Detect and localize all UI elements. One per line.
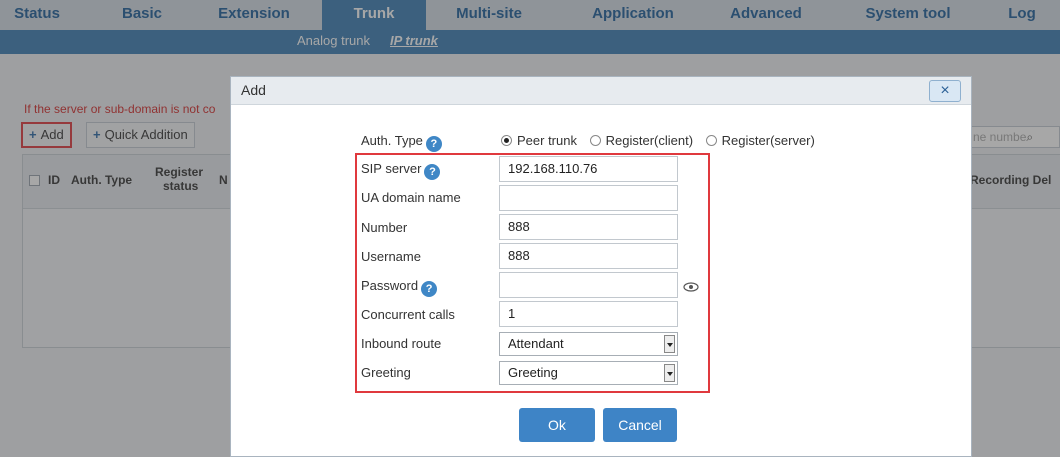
password-input[interactable] [499, 272, 678, 298]
radio-register-server-label: Register(server) [721, 133, 815, 148]
radio-register-server-dot[interactable] [705, 135, 717, 146]
greeting-select[interactable]: Greeting [499, 361, 678, 385]
inbound-route-select[interactable]: Attendant [499, 332, 678, 356]
radio-peer-trunk-dot[interactable] [501, 135, 512, 146]
radio-register-server[interactable]: Register(server) [705, 133, 815, 148]
radio-register-client[interactable]: Register(client) [589, 133, 694, 148]
concurrent-calls-label: Concurrent calls [361, 307, 455, 322]
password-label-text: Password [361, 278, 419, 293]
add-trunk-dialog: Add × Auth. Type? Peer trunk Register(cl… [230, 76, 972, 457]
number-input[interactable]: 888 [499, 214, 678, 240]
dialog-title: Add [241, 82, 266, 98]
auth-type-radio-group: Peer trunk Register(client) Register(ser… [501, 133, 824, 148]
help-icon[interactable]: ? [421, 281, 438, 297]
cancel-button[interactable]: Cancel [603, 408, 677, 442]
dialog-titlebar: Add × [231, 77, 971, 105]
username-input[interactable]: 888 [499, 243, 678, 269]
auth-type-label: Auth. Type? [361, 133, 442, 152]
sip-server-label-text: SIP server [361, 161, 422, 176]
chevron-down-icon[interactable] [664, 364, 675, 382]
chevron-down-icon[interactable] [664, 335, 675, 353]
auth-type-label-text: Auth. Type [361, 133, 423, 148]
greeting-label: Greeting [361, 365, 411, 380]
radio-peer-trunk[interactable]: Peer trunk [501, 133, 577, 148]
ok-button[interactable]: Ok [519, 408, 595, 442]
ua-domain-label: UA domain name [361, 190, 461, 205]
greeting-value: Greeting [508, 365, 558, 380]
sip-server-input[interactable]: 192.168.110.76 [499, 156, 678, 182]
radio-peer-trunk-label: Peer trunk [517, 133, 577, 148]
sip-server-label: SIP server? [361, 161, 441, 180]
help-icon[interactable]: ? [425, 136, 442, 152]
ua-domain-input[interactable] [499, 185, 678, 211]
username-label: Username [361, 249, 421, 264]
radio-register-client-label: Register(client) [605, 133, 694, 148]
number-label: Number [361, 220, 408, 235]
inbound-route-value: Attendant [508, 336, 564, 351]
radio-register-client-dot[interactable] [589, 135, 601, 146]
inbound-route-label: Inbound route [361, 336, 442, 351]
password-label: Password? [361, 278, 438, 297]
concurrent-calls-input[interactable]: 1 [499, 301, 678, 327]
eye-icon[interactable] [683, 281, 699, 295]
help-icon[interactable]: ? [424, 164, 441, 180]
close-icon[interactable]: × [929, 80, 961, 102]
